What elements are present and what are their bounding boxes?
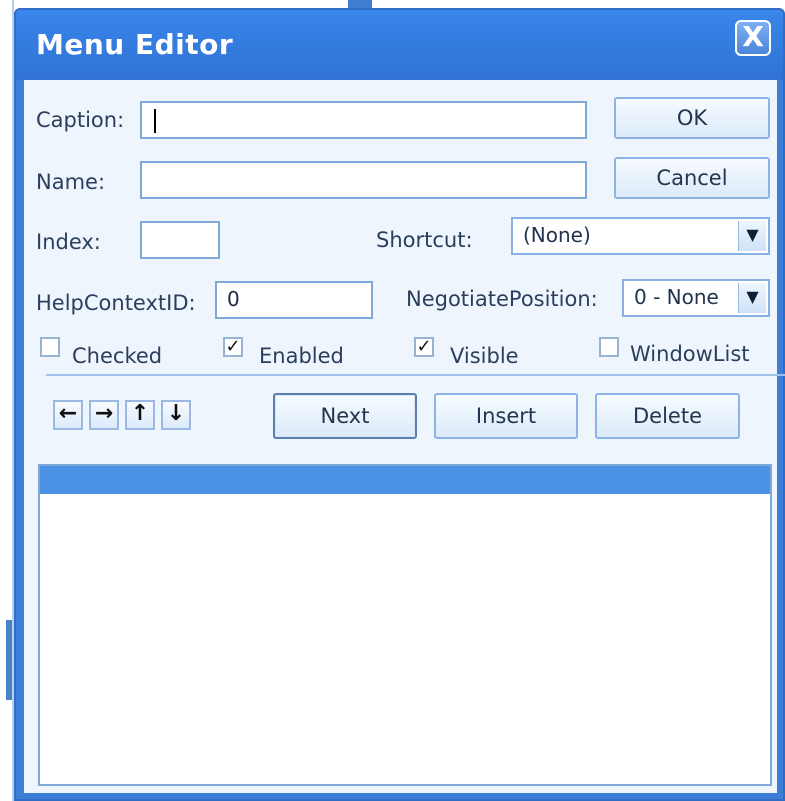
shortcut-value: (None)	[523, 223, 591, 247]
delete-button[interactable]: Delete	[595, 393, 740, 439]
negotiateposition-value: 0 - None	[634, 285, 719, 309]
windowlist-checkbox[interactable]	[599, 337, 619, 357]
name-input[interactable]	[140, 161, 587, 199]
helpcontextid-input[interactable]: 0	[215, 281, 373, 319]
text-cursor	[154, 108, 156, 133]
checked-label: Checked	[72, 344, 163, 368]
windowlist-label: WindowList	[630, 342, 750, 366]
shortcut-label: Shortcut:	[376, 228, 473, 252]
helpcontextid-value: 0	[227, 287, 240, 311]
menu-editor-dialog: Menu Editor X Caption: OK Name: Cancel I…	[14, 8, 785, 801]
separator-line	[46, 374, 785, 376]
move-up-button[interactable]: ↑	[125, 400, 155, 430]
next-button[interactable]: Next	[273, 393, 417, 439]
visible-label: Visible	[450, 344, 519, 368]
shortcut-select[interactable]: (None) ▼	[511, 217, 770, 255]
dialog-body: Caption: OK Name: Cancel Index: Shortcut…	[24, 80, 785, 793]
check-icon: ✓	[225, 336, 241, 357]
screen: Menu Editor X Caption: OK Name: Cancel I…	[0, 0, 785, 801]
background-window-accent	[6, 620, 12, 700]
up-arrow-icon: ↑	[130, 401, 150, 426]
insert-button[interactable]: Insert	[434, 393, 578, 439]
enabled-checkbox[interactable]: ✓	[223, 337, 243, 357]
window-title: Menu Editor	[36, 28, 234, 61]
menu-items-list[interactable]	[38, 464, 772, 786]
background-window-edge	[0, 0, 14, 801]
index-label: Index:	[36, 230, 101, 254]
selected-list-item[interactable]	[40, 466, 770, 494]
caption-label: Caption:	[36, 108, 125, 132]
left-arrow-icon: ←	[58, 401, 78, 426]
visible-checkbox[interactable]: ✓	[414, 337, 434, 357]
move-left-button[interactable]: ←	[53, 400, 83, 430]
name-label: Name:	[36, 170, 106, 194]
move-right-button[interactable]: →	[89, 400, 119, 430]
helpcontextid-label: HelpContextID:	[36, 291, 196, 315]
down-arrow-icon: ↓	[166, 401, 186, 426]
right-arrow-icon: →	[94, 401, 114, 426]
chevron-down-icon[interactable]: ▼	[738, 221, 766, 251]
index-input[interactable]	[140, 221, 220, 259]
move-down-button[interactable]: ↓	[161, 400, 191, 430]
check-icon: ✓	[416, 336, 432, 357]
chevron-down-icon[interactable]: ▼	[738, 283, 766, 313]
negotiateposition-label: NegotiatePosition:	[406, 287, 598, 311]
checked-checkbox[interactable]	[40, 337, 60, 357]
ok-button[interactable]: OK	[614, 97, 770, 139]
caption-input[interactable]	[140, 101, 587, 139]
close-icon: X	[742, 20, 764, 53]
close-button[interactable]: X	[735, 20, 771, 56]
cancel-button[interactable]: Cancel	[614, 157, 770, 199]
enabled-label: Enabled	[259, 344, 344, 368]
title-bar: Menu Editor X	[16, 10, 783, 80]
negotiateposition-select[interactable]: 0 - None ▼	[622, 279, 770, 317]
